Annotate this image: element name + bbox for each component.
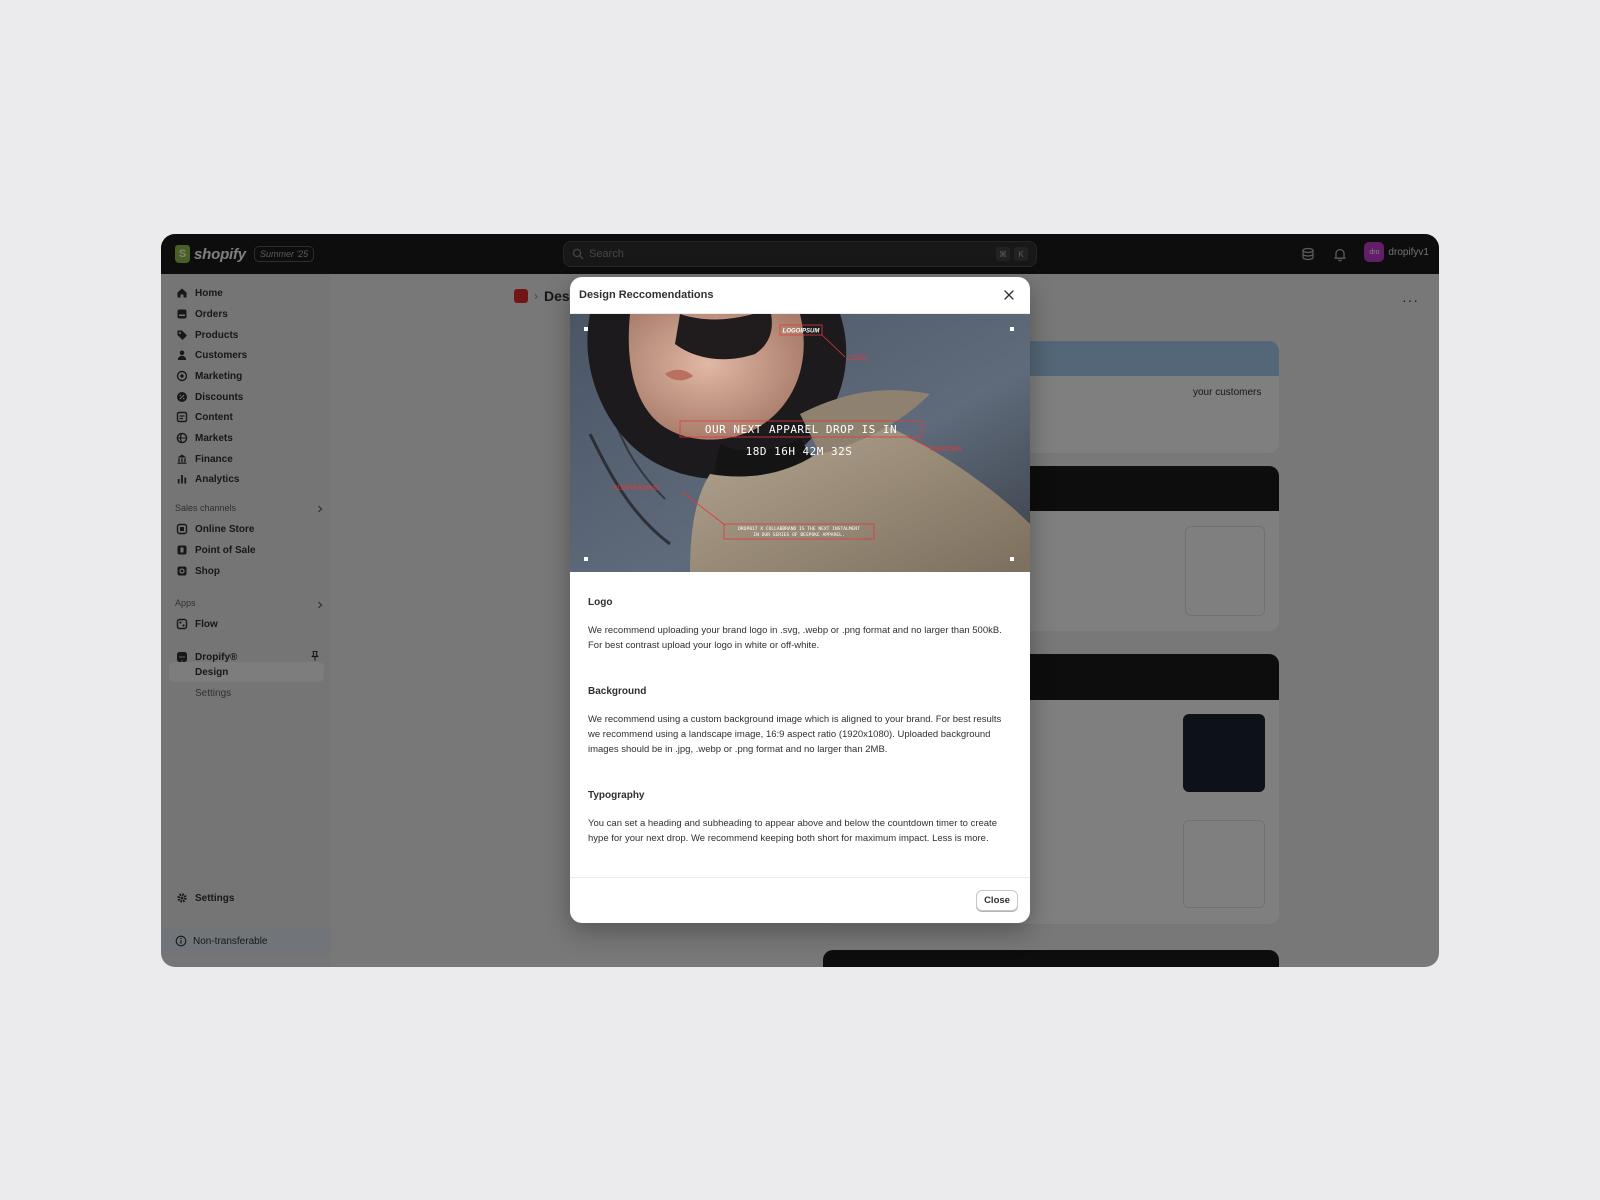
design-recommendations-modal: Design Reccomendations LOGOIPSUM LOGO OU… (570, 277, 1030, 923)
modal-footer: Close (570, 877, 1030, 923)
preview-logo-text: LOGOIPSUM (783, 329, 821, 335)
close-icon[interactable] (1003, 289, 1015, 301)
callout-label-heading: HEADING (930, 446, 962, 453)
section-title-background: Background (588, 686, 647, 697)
close-button[interactable]: Close (976, 890, 1018, 911)
preview-heading: OUR NEXT APPAREL DROP IS IN (705, 423, 897, 436)
design-preview-image: LOGOIPSUM LOGO OUR NEXT APPAREL DROP IS … (570, 314, 1030, 572)
section-text-background: We recommend using a custom background i… (588, 714, 1002, 755)
section-title-typography: Typography (588, 790, 645, 801)
section-text-logo: We recommend uploading your brand logo i… (588, 625, 1002, 651)
section-title-logo: Logo (588, 597, 613, 608)
callout-label-subheading: SUBHEADING (613, 485, 659, 492)
callout-label-logo: LOGO (847, 355, 868, 362)
preview-illustration: LOGOIPSUM LOGO OUR NEXT APPAREL DROP IS … (570, 314, 1030, 572)
modal-title: Design Reccomendations (579, 289, 714, 301)
preview-subheading-2: IN OUR SERIES OF BESPOKE APPAREL. (753, 532, 844, 538)
preview-subheading-1: DROP017 X COLLABBRAND IS THE NEXT INSTAL… (738, 526, 860, 532)
preview-countdown: 18D 16H 42M 32S (746, 445, 853, 458)
section-text-typography: You can set a heading and subheading to … (588, 818, 997, 844)
modal-header: Design Reccomendations (570, 277, 1030, 314)
app-window: S shopify Summer '25 ⌘ K dro dropifyv1 H… (161, 234, 1439, 967)
